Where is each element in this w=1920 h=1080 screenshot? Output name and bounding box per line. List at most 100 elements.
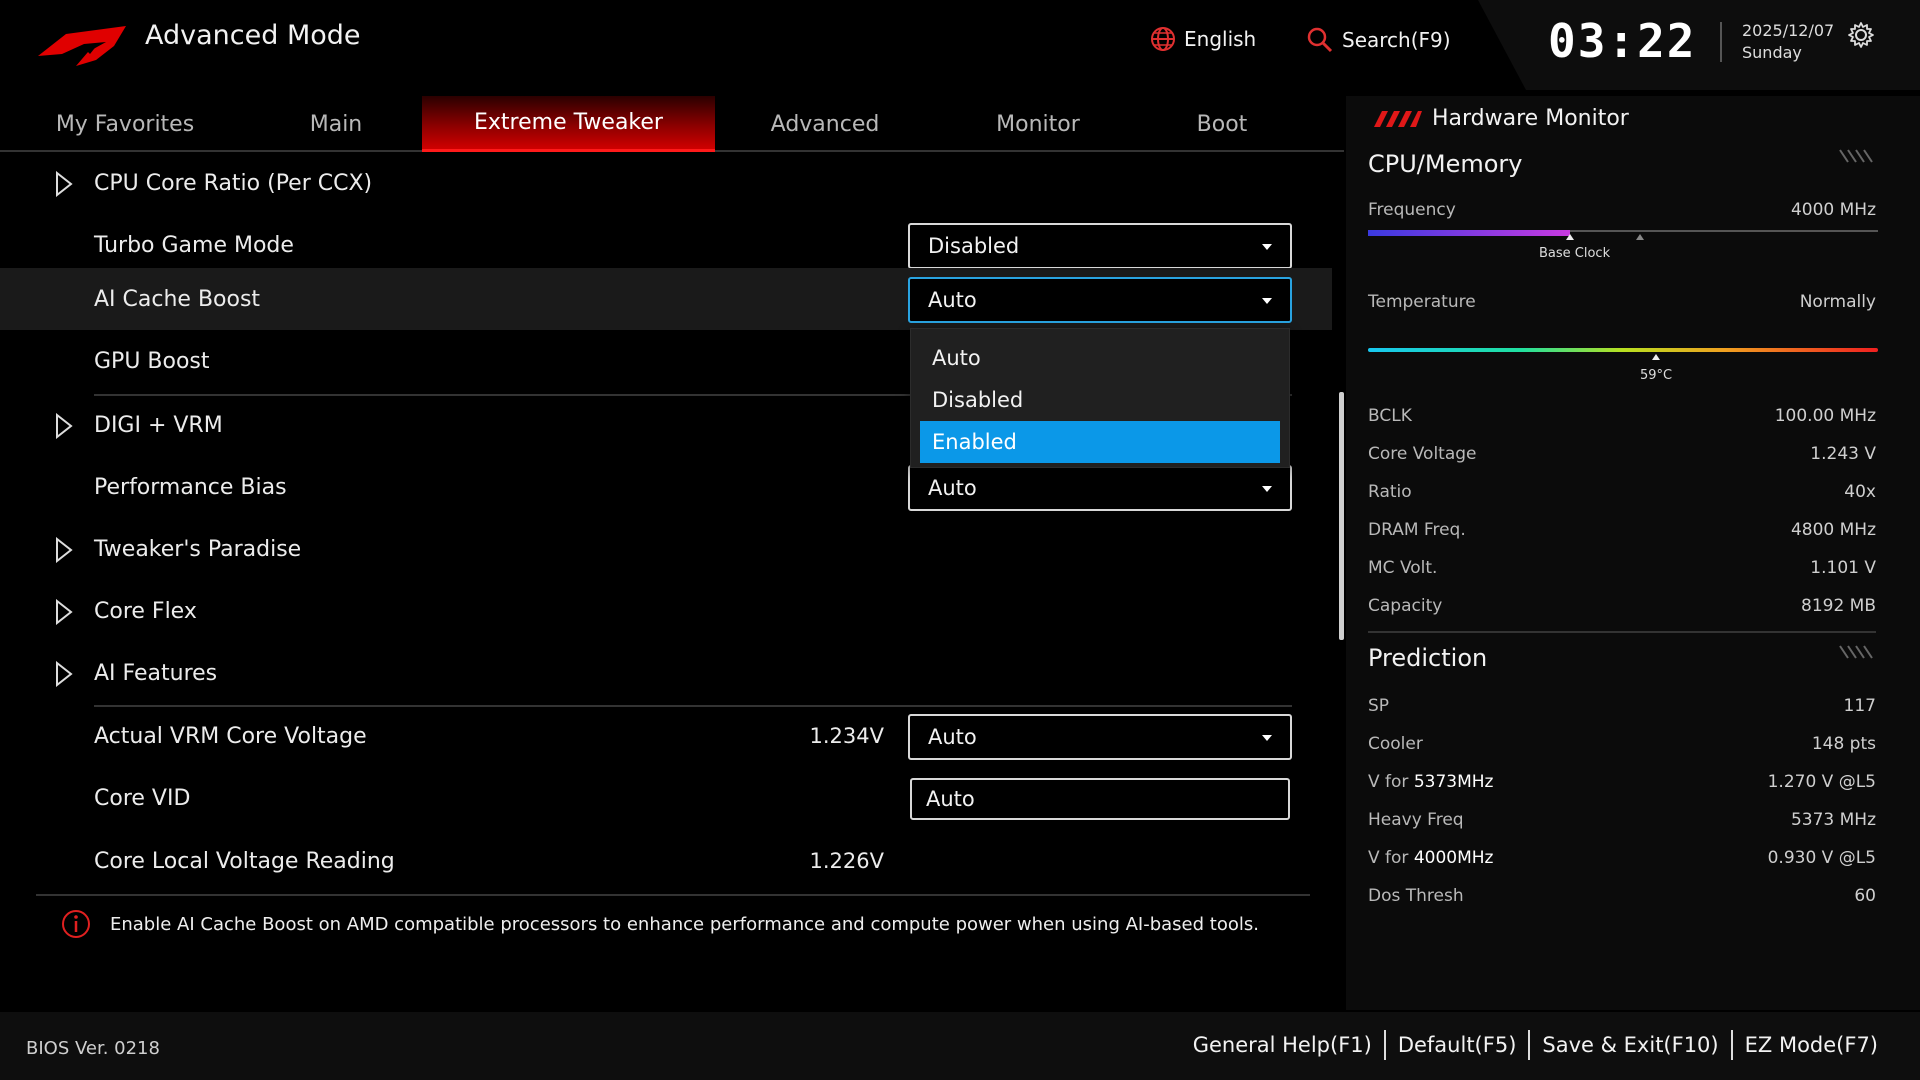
submenu-arrow-icon (56, 171, 73, 197)
setting-label: Core Flex (94, 598, 197, 624)
footer-bar: BIOS Ver. 0218 General Help(F1) Default(… (0, 1012, 1920, 1080)
submenu-arrow-icon (56, 537, 73, 563)
tab-advanced[interactable]: Advanced (715, 96, 935, 152)
language-selector[interactable]: English (1150, 26, 1256, 52)
setting-label: DIGI + VRM (94, 412, 223, 438)
turbo-game-mode-select[interactable]: Disabled (908, 223, 1292, 269)
cpu-memory-title: CPU/Memory (1368, 150, 1523, 178)
settings-scrollbar[interactable] (1339, 392, 1344, 640)
frequency-value: 4000 MHz (1790, 200, 1876, 220)
label-prefix: V for (1368, 848, 1414, 868)
setting-core-local-voltage: Core Local Voltage Reading 1.226V (0, 830, 1332, 892)
info-icon (62, 910, 90, 938)
submenu-tweakers-paradise[interactable]: Tweaker's Paradise (0, 518, 1332, 580)
submenu-cpu-core-ratio[interactable]: CPU Core Ratio (Per CCX) (0, 152, 1332, 214)
cpu-item-value: 4800 MHz (1790, 520, 1876, 540)
prediction-row: Dos Thresh 60 (1368, 882, 1876, 910)
cpu-item-row: MC Volt. 1.101 V (1368, 554, 1876, 582)
label-prefix: V for (1368, 772, 1414, 792)
cpu-item-label: MC Volt. (1368, 558, 1438, 578)
submenu-core-flex[interactable]: Core Flex (0, 580, 1332, 642)
cpu-item-label: DRAM Freq. (1368, 520, 1466, 540)
submenu-arrow-icon (56, 661, 73, 687)
setting-core-vid: Core VID Auto (0, 767, 1332, 829)
default-button[interactable]: Default(F5) (1386, 1033, 1529, 1057)
core-vid-input[interactable]: Auto (910, 778, 1290, 820)
hardware-monitor-header: Hardware Monitor (1372, 106, 1629, 131)
tab-monitor[interactable]: Monitor (935, 96, 1141, 152)
tab-extreme-tweaker[interactable]: Extreme Tweaker (422, 96, 715, 152)
search-label: Search(F9) (1342, 28, 1451, 52)
label-frequency: 4000MHz (1413, 848, 1494, 868)
frequency-label: Frequency (1368, 200, 1456, 220)
prediction-title: Prediction (1368, 644, 1488, 672)
temperature-bar (1368, 348, 1878, 360)
cpu-item-value: 8192 MB (1801, 596, 1876, 616)
cpu-item-label: Core Voltage (1368, 444, 1477, 464)
setting-label: Turbo Game Mode (94, 232, 294, 258)
hardware-monitor-panel: Hardware Monitor CPU/Memory Frequency 40… (1346, 96, 1920, 1010)
date-text: 2025/12/07 (1742, 21, 1835, 40)
help-divider (36, 894, 1310, 896)
save-exit-button[interactable]: Save & Exit(F10) (1530, 1033, 1730, 1057)
setting-label: GPU Boost (94, 348, 210, 374)
language-label: English (1184, 27, 1257, 51)
clock-time[interactable]: 03:22 (1548, 14, 1696, 68)
gear-icon[interactable] (1846, 20, 1876, 50)
collapse-stripes-icon[interactable] (1838, 644, 1878, 660)
prediction-value: 60 (1854, 886, 1876, 906)
prediction-label: Cooler (1368, 734, 1423, 754)
cpu-item-label: Ratio (1368, 482, 1412, 502)
section-divider (1368, 631, 1876, 633)
temperature-value: Normally (1799, 292, 1876, 312)
setting-label: Tweaker's Paradise (94, 536, 302, 562)
actual-vrm-core-voltage-select[interactable]: Auto (908, 714, 1292, 760)
prediction-row: Cooler 148 pts (1368, 730, 1876, 758)
dropdown-option-enabled[interactable]: Enabled (920, 421, 1280, 463)
cpu-item-value: 100.00 MHz (1774, 406, 1876, 426)
cpu-item-row: BCLK 100.00 MHz (1368, 402, 1876, 430)
chevron-down-icon (1262, 298, 1272, 304)
dropdown-option-auto[interactable]: Auto (920, 337, 1280, 379)
base-clock-label: Base Clock (1539, 246, 1611, 261)
voltage-reading: 1.234V (809, 724, 884, 748)
top-bar: Advanced Mode English Search(F9) 03:22 2… (0, 0, 1920, 90)
ez-mode-button[interactable]: EZ Mode(F7) (1733, 1033, 1890, 1057)
label-frequency: 5373MHz (1413, 772, 1494, 792)
tab-main[interactable]: Main (250, 96, 422, 152)
tab-boot[interactable]: Boot (1141, 96, 1303, 152)
prediction-row: Heavy Freq 5373 MHz (1368, 806, 1876, 834)
submenu-ai-features[interactable]: AI Features (0, 642, 1332, 704)
temperature-label: Temperature (1368, 292, 1476, 312)
monitor-stripes-icon (1374, 110, 1422, 127)
temperature-row: Temperature Normally (1368, 288, 1876, 316)
prediction-label: SP (1368, 696, 1390, 716)
search-icon (1307, 27, 1333, 53)
main-tabs: My Favorites Main Extreme Tweaker Advanc… (0, 96, 1344, 152)
chevron-down-icon (1262, 486, 1272, 492)
cpu-item-value: 1.101 V (1810, 558, 1876, 578)
setting-label: CPU Core Ratio (Per CCX) (94, 170, 373, 196)
prediction-row: SP 117 (1368, 692, 1876, 720)
cpu-item-row: Capacity 8192 MB (1368, 592, 1876, 620)
chevron-down-icon (1262, 735, 1272, 741)
search-button[interactable]: Search(F9) (1306, 26, 1451, 54)
settings-panel: CPU Core Ratio (Per CCX) Turbo Game Mode… (0, 152, 1344, 892)
ai-cache-boost-select[interactable]: Auto (908, 277, 1292, 323)
cpu-item-value: 1.243 V (1810, 444, 1876, 464)
chevron-down-icon (1262, 244, 1272, 250)
select-value: Auto (928, 725, 977, 749)
collapse-stripes-icon[interactable] (1838, 148, 1878, 164)
prediction-value: 0.930 V @L5 (1767, 848, 1876, 868)
dropdown-option-disabled[interactable]: Disabled (920, 379, 1280, 421)
ai-cache-boost-dropdown: Auto Disabled Enabled (910, 328, 1290, 468)
performance-bias-select[interactable]: Auto (908, 465, 1292, 511)
setting-turbo-game-mode: Turbo Game Mode Disabled (0, 214, 1332, 276)
globe-icon (1151, 27, 1175, 51)
tab-my-favorites[interactable]: My Favorites (0, 96, 250, 152)
submenu-arrow-icon (56, 599, 73, 625)
setting-label: AI Features (94, 660, 218, 686)
general-help-button[interactable]: General Help(F1) (1181, 1033, 1384, 1057)
rog-logo-icon (38, 26, 126, 66)
prediction-row: V for 5373MHz 1.270 V @L5 (1368, 768, 1876, 796)
